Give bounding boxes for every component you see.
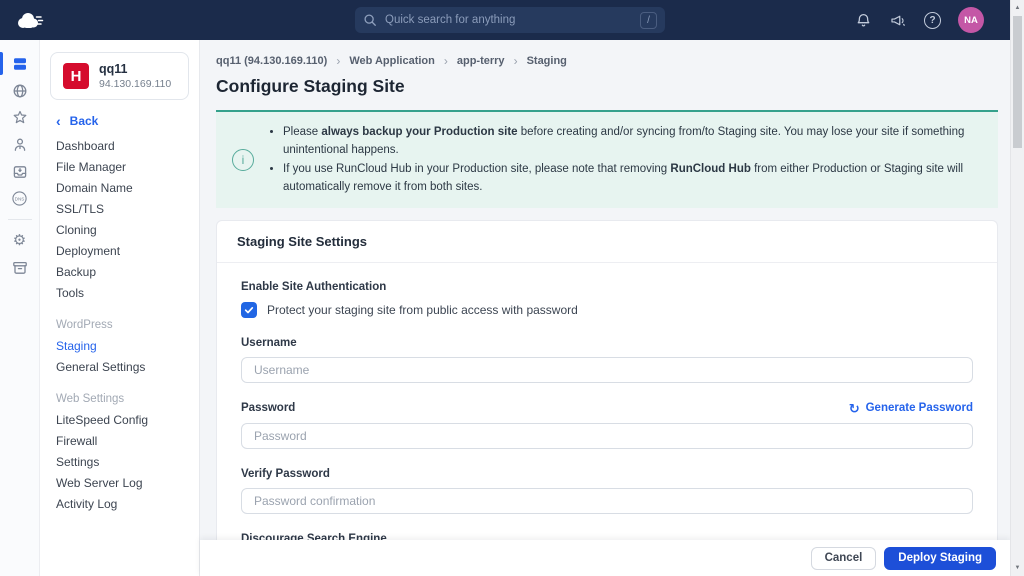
auth-checkbox-label: Protect your staging site from public ac… — [267, 303, 578, 317]
info-icon: i — [232, 149, 254, 171]
banner-bullet: Please always backup your Production sit… — [283, 123, 982, 160]
sidebar-item-activity-log[interactable]: Activity Log — [40, 494, 199, 515]
avatar[interactable]: NA — [958, 7, 984, 33]
sidebar-item-web-server-log[interactable]: Web Server Log — [40, 473, 199, 494]
server-ip: 94.130.169.110 — [99, 78, 171, 90]
rail-divider — [8, 219, 32, 220]
card-title: Staging Site Settings — [217, 221, 997, 263]
sidebar-item-firewall[interactable]: Firewall — [40, 431, 199, 452]
search-input[interactable] — [385, 14, 632, 26]
auth-label: Enable Site Authentication — [241, 281, 973, 293]
dns-icon[interactable]: DNS — [0, 185, 40, 212]
sidebar-item-general-settings[interactable]: General Settings — [40, 357, 199, 378]
chevron-right-icon: › — [514, 54, 518, 68]
chevron-right-icon: › — [336, 54, 340, 68]
scrollbar-thumb[interactable] — [1013, 16, 1022, 148]
sidebar-item-dashboard[interactable]: Dashboard — [40, 136, 199, 157]
back-link[interactable]: ‹ Back — [56, 114, 183, 128]
scroll-down-arrow[interactable]: ▼ — [1011, 565, 1024, 571]
breadcrumb-app[interactable]: app-terry — [457, 55, 505, 67]
staging-settings-card: Staging Site Settings Enable Site Authen… — [216, 220, 998, 576]
sidebar-item-staging[interactable]: Staging — [40, 336, 199, 357]
runcloud-logo-icon[interactable] — [14, 9, 44, 31]
password-input[interactable] — [241, 423, 973, 449]
sidebar-item-settings[interactable]: Settings — [40, 452, 199, 473]
sidebar-item-file-manager[interactable]: File Manager — [40, 157, 199, 178]
sidebar-item-litespeed-config[interactable]: LiteSpeed Config — [40, 410, 199, 431]
breadcrumb-server[interactable]: qq11 (94.130.169.110) — [216, 55, 327, 67]
sidebar-item-ssl-tls[interactable]: SSL/TLS — [40, 199, 199, 220]
sidebar: H qq11 94.130.169.110 ‹ Back Dashboard F… — [40, 40, 200, 576]
verify-password-label: Verify Password — [241, 468, 973, 480]
sidebar-item-tools[interactable]: Tools — [40, 283, 199, 304]
hetzner-logo: H — [63, 63, 89, 89]
globe-icon[interactable] — [0, 77, 40, 104]
breadcrumb-web-application[interactable]: Web Application — [349, 55, 435, 67]
search-icon — [363, 13, 377, 27]
svg-text:DNS: DNS — [15, 196, 25, 201]
breadcrumb: qq11 (94.130.169.110) › Web Application … — [216, 54, 998, 68]
chevron-left-icon: ‹ — [56, 114, 61, 128]
scroll-up-arrow[interactable]: ▲ — [1011, 5, 1024, 11]
action-footer: Cancel Deploy Staging — [200, 540, 1010, 576]
username-input[interactable] — [241, 357, 973, 383]
generate-password-link[interactable]: ↻ Generate Password — [849, 402, 973, 415]
sidebar-item-backup[interactable]: Backup — [40, 262, 199, 283]
team-icon[interactable] — [0, 131, 40, 158]
star-icon[interactable] — [0, 104, 40, 131]
server-name: qq11 — [99, 62, 171, 76]
inbox-install-icon[interactable] — [0, 158, 40, 185]
sidebar-item-deployment[interactable]: Deployment — [40, 241, 199, 262]
verify-password-input[interactable] — [241, 488, 973, 514]
top-bar: / ? NA — [0, 0, 1010, 40]
quick-search: / — [355, 7, 665, 33]
icon-rail: DNS ⚙ — [0, 40, 40, 576]
sidebar-item-domain-name[interactable]: Domain Name — [40, 178, 199, 199]
settings-gear-icon[interactable]: ⚙ — [0, 227, 40, 254]
auth-checkbox[interactable] — [241, 302, 257, 318]
info-banner: i Please always backup your Production s… — [216, 110, 998, 208]
banner-bullet: If you use RunCloud Hub in your Producti… — [283, 160, 982, 197]
topbar-actions: ? NA — [855, 0, 996, 40]
megaphone-icon[interactable] — [889, 12, 907, 29]
web-application-icon[interactable] — [0, 50, 40, 77]
archive-icon[interactable] — [0, 254, 40, 281]
chevron-right-icon: › — [444, 54, 448, 68]
help-icon[interactable]: ? — [924, 12, 941, 29]
sidebar-group-web-settings: Web Settings — [40, 389, 199, 410]
deploy-staging-button[interactable]: Deploy Staging — [884, 547, 996, 570]
sidebar-item-cloning[interactable]: Cloning — [40, 220, 199, 241]
page-title: Configure Staging Site — [216, 76, 998, 97]
cancel-button[interactable]: Cancel — [811, 547, 877, 570]
breadcrumb-staging: Staging — [527, 55, 567, 67]
password-label: Password — [241, 402, 295, 414]
scrollbar: ▲ ▼ — [1010, 0, 1024, 576]
refresh-icon: ↻ — [849, 402, 860, 415]
server-card[interactable]: H qq11 94.130.169.110 — [50, 52, 189, 100]
sidebar-group-wordpress: WordPress — [40, 315, 199, 336]
main-content: qq11 (94.130.169.110) › Web Application … — [200, 40, 1010, 576]
username-label: Username — [241, 337, 973, 349]
slash-shortcut-badge: / — [640, 12, 657, 29]
bell-icon[interactable] — [855, 12, 872, 29]
